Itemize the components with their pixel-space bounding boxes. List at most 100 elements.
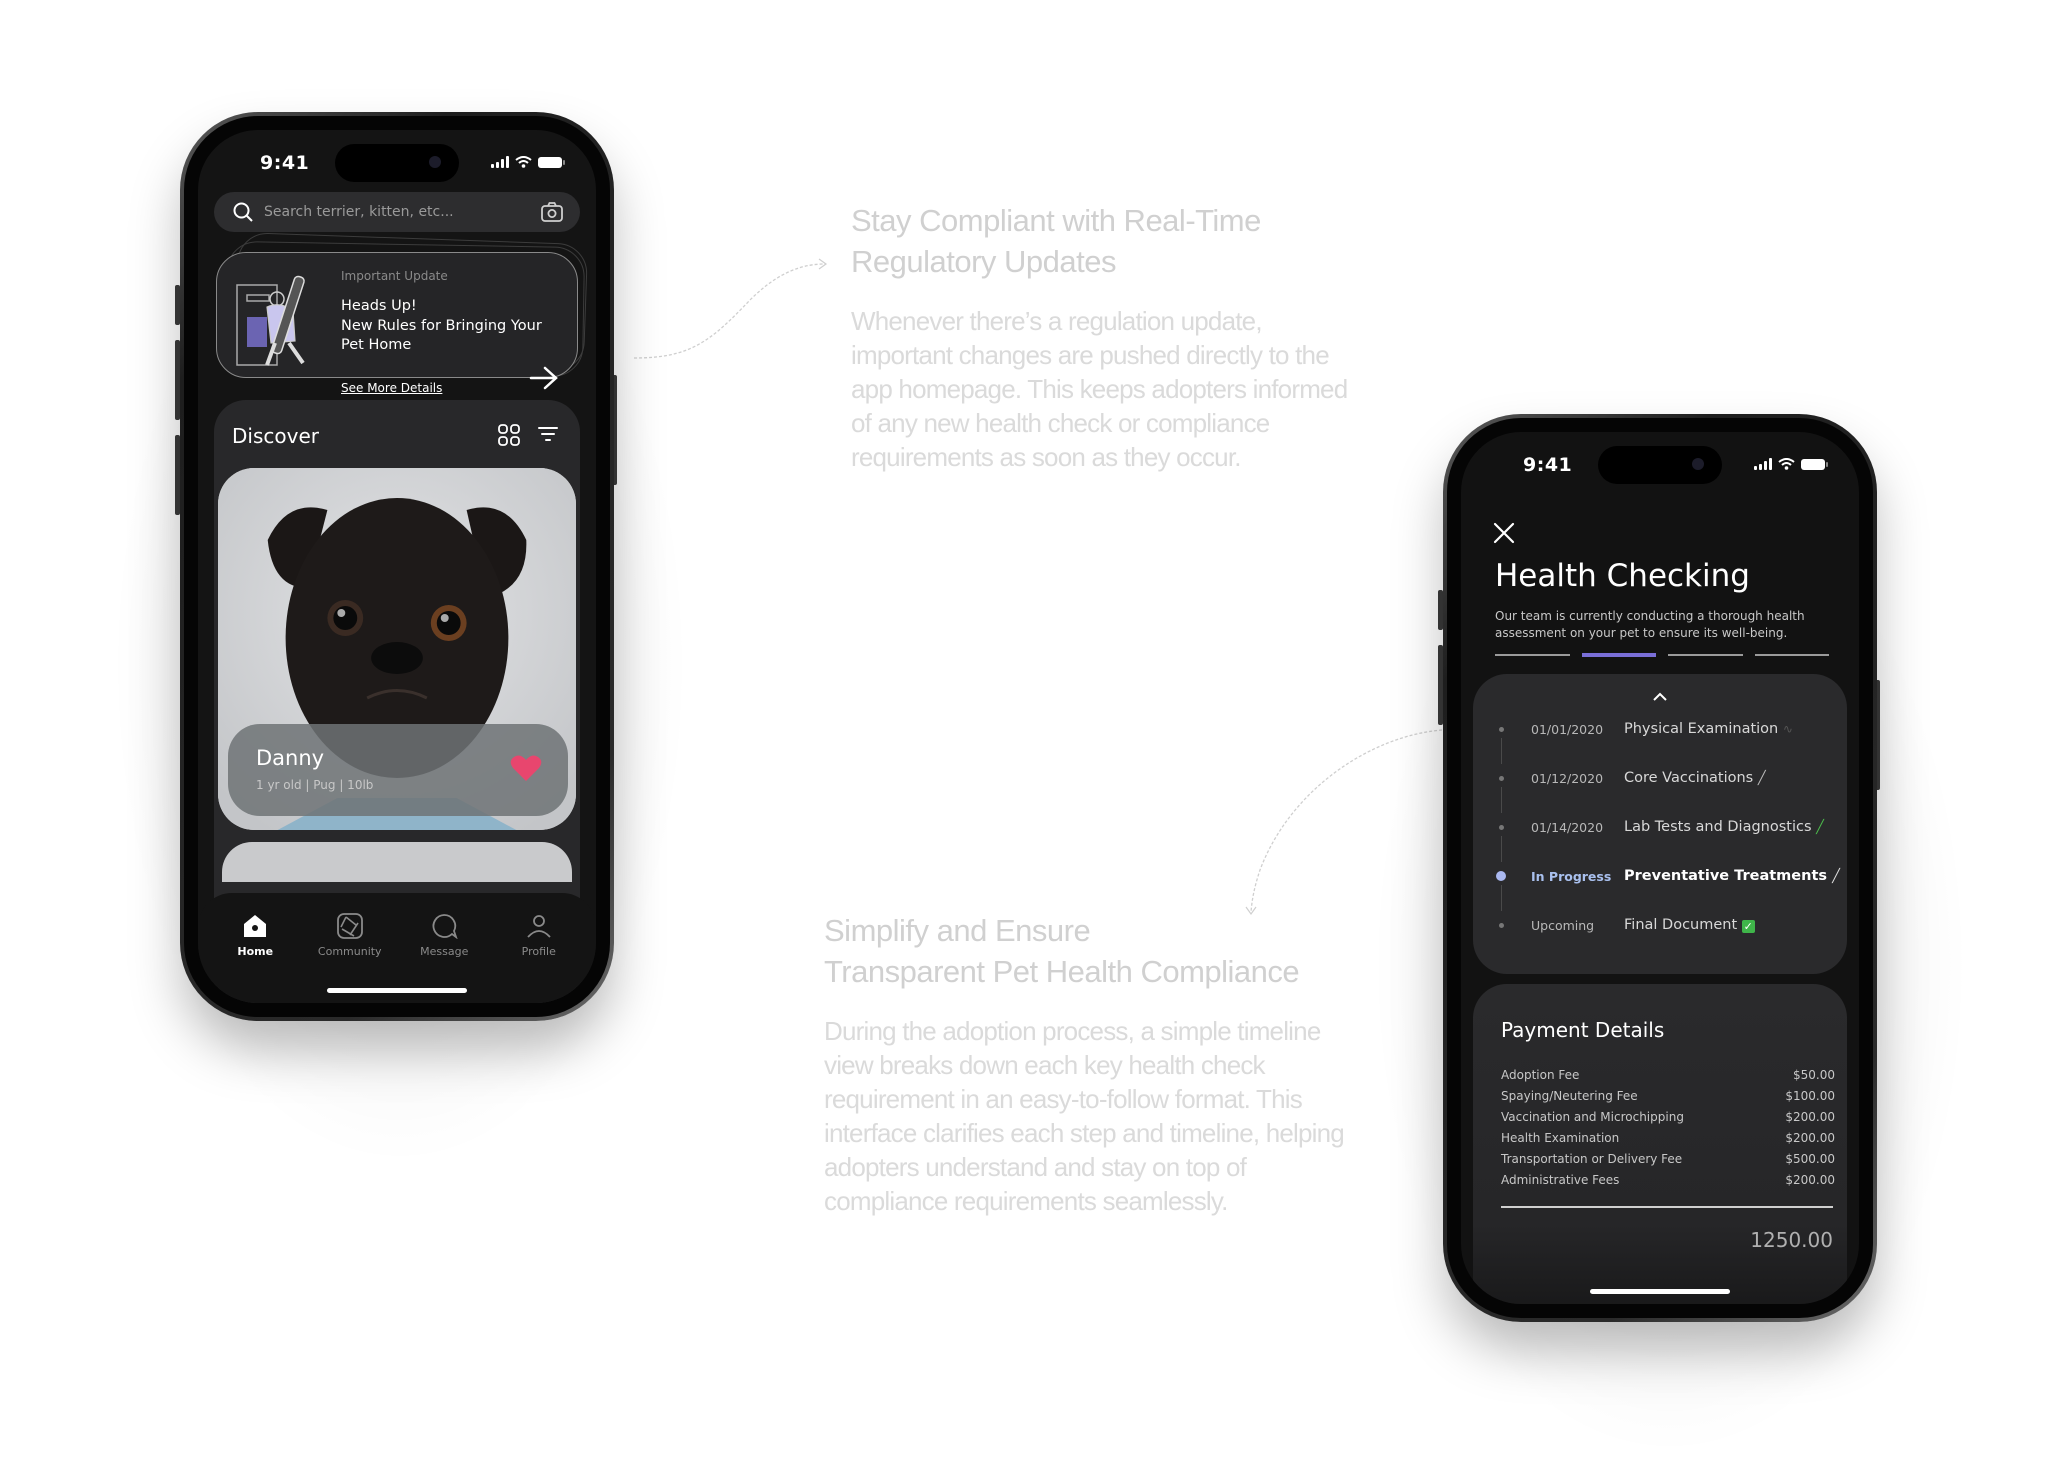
- pet-info-overlay: Danny 1 yr old | Pug | 10lb: [228, 724, 568, 816]
- test-tube-icon: ╱: [1816, 820, 1824, 835]
- timeline-item[interactable]: 01/14/2020 Lab Tests and Diagnostics ╱: [1473, 807, 1847, 847]
- tab-profile[interactable]: Profile: [499, 913, 579, 1003]
- timeline-item[interactable]: Upcoming Final Document ✓: [1473, 905, 1847, 945]
- section2-heading-line: Simplify and Ensure: [824, 913, 1091, 948]
- dynamic-island: [1598, 446, 1722, 484]
- timeline-item[interactable]: 01/01/2020 Physical Examination ∿: [1473, 709, 1847, 749]
- update-title: Heads Up! New Rules for Bringing Your Pe…: [341, 297, 561, 356]
- section2-heading-line: Transparent Pet Health Compliance: [824, 954, 1300, 989]
- timeline-dot-active: [1496, 871, 1506, 881]
- pet-name: Danny: [256, 746, 325, 770]
- signal-icon: [491, 156, 509, 168]
- payment-row: Adoption Fee $50.00: [1501, 1068, 1835, 1082]
- payment-row: Administrative Fees $200.00: [1501, 1173, 1835, 1187]
- payment-row: Health Examination $200.00: [1501, 1131, 1835, 1145]
- section2-heading: Simplify and Ensure Transparent Pet Heal…: [824, 910, 1300, 992]
- pill-icon: ╱: [1832, 869, 1840, 884]
- section1-body-line: of any new health check or compliance: [851, 408, 1270, 438]
- section2-body-line: adopters understand and stay on top of: [824, 1152, 1247, 1182]
- timeline-date: 01/12/2020: [1531, 770, 1604, 786]
- section2-body: During the adoption process, a simple ti…: [824, 1014, 1345, 1218]
- pet-card-next[interactable]: [222, 842, 572, 882]
- page-description: Our team is currently conducting a thoro…: [1495, 609, 1805, 640]
- home-screen: 9:41 Search terrier, kitten, etc... Impo…: [198, 130, 596, 1003]
- timeline-dot: [1499, 824, 1504, 830]
- grid-view-icon[interactable]: [498, 424, 520, 446]
- chevron-up-icon[interactable]: [1652, 692, 1668, 702]
- section1-heading-line: Regulatory Updates: [851, 244, 1116, 279]
- stethoscope-icon: ∿: [1782, 722, 1793, 736]
- health-checking-screen: 9:41 Health Checking Our team is current…: [1461, 432, 1859, 1304]
- tab-label: Message: [420, 945, 469, 958]
- syringe-icon: ╱: [1757, 771, 1766, 786]
- section1-body-line: important changes are pushed directly to…: [851, 340, 1330, 370]
- section2-body-line: compliance requirements seamlessly.: [824, 1186, 1228, 1216]
- health-timeline: 01/01/2020 Physical Examination ∿ 01/12/…: [1473, 674, 1847, 974]
- pet-card[interactable]: Danny 1 yr old | Pug | 10lb: [218, 468, 576, 830]
- progress-step-active: [1581, 653, 1656, 657]
- section2-body-line: requirement in an easy-to-follow format.…: [824, 1084, 1303, 1114]
- timeline-name: Core Vaccinations ╱: [1624, 770, 1766, 786]
- wifi-icon: [1778, 458, 1795, 470]
- home-indicator: [327, 988, 467, 993]
- check-box-icon: ✓: [1741, 920, 1755, 933]
- progress-steps: [1495, 653, 1829, 657]
- important-update-card[interactable]: Important Update Heads Up! New Rules for…: [216, 252, 578, 395]
- update-title-line: Pet Home: [341, 337, 412, 353]
- user-icon: [527, 915, 551, 938]
- arrow-right-icon[interactable]: [529, 365, 559, 391]
- camera-icon[interactable]: [540, 201, 564, 223]
- tab-label: Community: [317, 945, 382, 958]
- payment-divider: [1501, 1206, 1833, 1208]
- chat-bubble-icon: [432, 914, 458, 939]
- heart-icon[interactable]: [510, 754, 542, 782]
- section2-body-line: view breaks down each key health check: [824, 1050, 1266, 1080]
- close-icon[interactable]: [1493, 522, 1515, 544]
- timeline-status: Upcoming: [1531, 917, 1595, 933]
- timeline-name: Preventative Treatments ╱: [1624, 868, 1840, 884]
- status-time: 9:41: [260, 152, 310, 174]
- payment-title: Payment Details: [1501, 1018, 1665, 1042]
- tab-home[interactable]: Home: [215, 913, 295, 1003]
- connector-arrow-2: [1245, 729, 1443, 916]
- filter-icon[interactable]: [538, 426, 558, 442]
- payment-details-card: Payment Details Adoption Fee $50.00 Spayi…: [1473, 984, 1847, 1304]
- progress-step: [1754, 654, 1829, 656]
- payment-total: 1250.00: [1750, 1228, 1833, 1252]
- battery-icon: [538, 156, 565, 168]
- payment-row: Spaying/Neutering Fee $100.00: [1501, 1089, 1835, 1103]
- section2-body-line: interface clarifies each step and timeli…: [824, 1118, 1345, 1148]
- payment-row: Vaccination and Microchipping $200.00: [1501, 1110, 1835, 1124]
- update-label: Important Update: [341, 269, 448, 283]
- timeline-item[interactable]: 01/12/2020 Core Vaccinations ╱: [1473, 758, 1847, 798]
- payment-row: Transportation or Delivery Fee $500.00: [1501, 1152, 1835, 1166]
- update-title-line: New Rules for Bringing Your: [341, 317, 542, 334]
- aperture-icon: [336, 913, 363, 939]
- page-title: Health Checking: [1495, 558, 1750, 594]
- timeline-name: Final Document ✓: [1624, 917, 1755, 933]
- progress-step: [1668, 654, 1743, 656]
- status-time: 9:41: [1523, 454, 1573, 476]
- search-input[interactable]: Search terrier, kitten, etc...: [214, 192, 580, 232]
- timeline-name: Lab Tests and Diagnostics ╱: [1624, 819, 1824, 835]
- status-bar: 9:41: [1461, 432, 1859, 492]
- left-phone: 9:41 Search terrier, kitten, etc... Impo…: [180, 112, 614, 1021]
- section1-body-line: app homepage. This keeps adopters inform…: [851, 374, 1348, 404]
- timeline-item-active[interactable]: In Progress Preventative Treatments ╱: [1473, 856, 1847, 896]
- tab-label: Home: [237, 945, 274, 958]
- right-phone: 9:41 Health Checking Our team is current…: [1443, 414, 1877, 1322]
- search-icon: [233, 202, 253, 222]
- timeline-dot: [1499, 775, 1504, 781]
- timeline-date: 01/14/2020: [1531, 819, 1604, 835]
- update-title-line: Heads Up!: [341, 298, 417, 314]
- section2-body-line: During the adoption process, a simple ti…: [824, 1016, 1321, 1046]
- tab-label: Profile: [521, 945, 556, 958]
- wifi-icon: [515, 156, 532, 168]
- timeline-dot: [1499, 922, 1504, 928]
- section1-body: Whenever there’s a regulation update, im…: [851, 304, 1348, 474]
- search-placeholder: Search terrier, kitten, etc...: [264, 204, 454, 220]
- section1-body-line: Whenever there’s a regulation update,: [851, 306, 1263, 336]
- home-icon: [244, 915, 267, 937]
- see-more-details-link[interactable]: See More Details: [341, 381, 442, 395]
- discover-title: Discover: [232, 424, 319, 448]
